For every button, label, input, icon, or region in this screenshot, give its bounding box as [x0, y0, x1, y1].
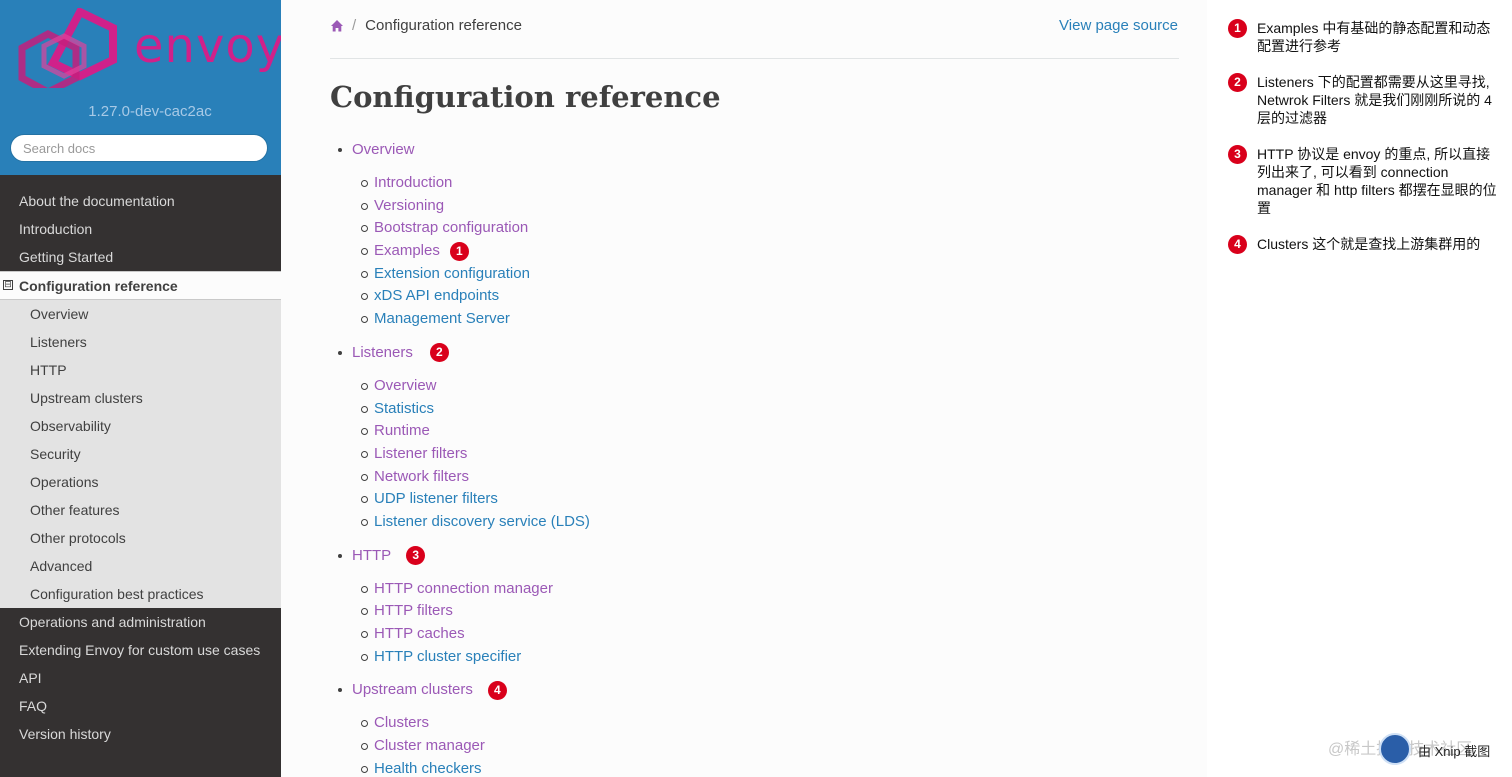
sidebar-item-about[interactable]: About the documentation [0, 187, 281, 215]
collapse-icon[interactable]: ⊟ [3, 280, 13, 290]
search-input[interactable] [10, 134, 268, 162]
annotation-badge: 4 [487, 680, 507, 700]
toc-head-http[interactable]: HTTP 3 [338, 544, 590, 568]
sidebar-subitem-operations[interactable]: Operations [0, 468, 281, 496]
sidebar-subitem-listeners[interactable]: Listeners [0, 328, 281, 356]
toc-section-upstream-clusters: Upstream clusters 4 Clusters Cluster mana… [338, 678, 590, 777]
toc-link-health-checkers[interactable]: Health checkers [361, 758, 590, 777]
toc-head-label: Overview [352, 141, 415, 158]
toc-sublist: Introduction Versioning Bootstrap config… [361, 172, 590, 331]
toc-link-versioning[interactable]: Versioning [361, 195, 590, 218]
sidebar: envoy 1.27.0-dev-cac2ac About the docume… [0, 0, 281, 777]
toc-link-http-connection-manager[interactable]: HTTP connection manager [361, 578, 590, 601]
annotation-text: Listeners 下的配置都需要从这里寻找, Netwrok Filters … [1257, 74, 1492, 126]
toc-link-http-filters[interactable]: HTTP filters [361, 600, 590, 623]
sidebar-item-extending-envoy[interactable]: Extending Envoy for custom use cases [0, 636, 281, 664]
annotation-badge: 1 [449, 241, 469, 261]
toc-head-label: Upstream clusters [352, 681, 473, 699]
annotation-badge: 4 [1228, 235, 1247, 254]
sidebar-subitem-best-practices[interactable]: Configuration best practices [0, 580, 281, 608]
breadcrumb-separator: / [352, 17, 357, 34]
toc-link-clusters[interactable]: Clusters [361, 712, 590, 735]
annotation-badge: 2 [429, 343, 449, 363]
sidebar-brand: envoy 1.27.0-dev-cac2ac [0, 0, 281, 175]
sidebar-item-version-history[interactable]: Version history [0, 720, 281, 748]
toc-link-listener-filters[interactable]: Listener filters [361, 443, 590, 466]
toc-link-http-caches[interactable]: HTTP caches [361, 623, 590, 646]
sidebar-item-api[interactable]: API [0, 664, 281, 692]
main-content: / Configuration reference View page sour… [281, 0, 1207, 777]
breadcrumb-current: Configuration reference [365, 17, 522, 34]
envoy-logo-icon [18, 8, 117, 88]
toc-link-lds[interactable]: Listener discovery service (LDS) [361, 511, 590, 534]
sidebar-subitem-observability[interactable]: Observability [0, 412, 281, 440]
toc-head-upstream-clusters[interactable]: Upstream clusters 4 [338, 678, 590, 702]
toc-head-label: HTTP [352, 546, 392, 564]
toc-section-http: HTTP 3 HTTP connection manager HTTP filte… [338, 544, 590, 669]
xnip-label: 由 Xnip 截图 [1418, 744, 1491, 759]
annotation-note: 4 Clusters 这个就是查找上游集群用的 [1228, 235, 1498, 254]
sidebar-item-label: Configuration reference [19, 278, 178, 294]
toc-link-xds-api-endpoints[interactable]: xDS API endpoints [361, 285, 590, 308]
toc-head-listeners[interactable]: Listeners 2 [338, 341, 590, 365]
toc-link-http-cluster-specifier[interactable]: HTTP cluster specifier [361, 646, 590, 669]
sidebar-item-introduction[interactable]: Introduction [0, 215, 281, 243]
logo-text: envoy [134, 18, 281, 74]
sidebar-subitem-other-features[interactable]: Other features [0, 496, 281, 524]
toc-link-listeners-overview[interactable]: Overview [361, 375, 590, 398]
toc-link-bootstrap[interactable]: Bootstrap configuration [361, 217, 590, 240]
sidebar-item-operations-administration[interactable]: Operations and administration [0, 608, 281, 636]
view-source-link[interactable]: View page source [1059, 17, 1178, 34]
sidebar-sub-list: Overview Listeners HTTP Upstream cluster… [0, 300, 281, 608]
sidebar-item-configuration-reference[interactable]: ⊟ Configuration reference [0, 271, 281, 300]
sidebar-subitem-upstream-clusters[interactable]: Upstream clusters [0, 384, 281, 412]
xnip-icon [1379, 733, 1411, 765]
envoy-logo[interactable]: envoy [18, 8, 281, 88]
toc-link-label: Examples [374, 242, 440, 260]
sidebar-subitem-advanced[interactable]: Advanced [0, 552, 281, 580]
annotation-note: 1 Examples 中有基础的静态配置和动态配置进行参考 [1228, 19, 1498, 55]
toc-link-runtime[interactable]: Runtime [361, 420, 590, 443]
toc-head-overview[interactable]: Overview [338, 138, 590, 162]
toc-sublist: Clusters Cluster manager Health checkers [361, 712, 590, 777]
sidebar-item-faq[interactable]: FAQ [0, 692, 281, 720]
toc-section-overview: Overview Introduction Versioning Bootstr… [338, 138, 590, 331]
sidebar-nav: About the documentation Introduction Get… [0, 187, 281, 748]
toc-link-statistics[interactable]: Statistics [361, 398, 590, 421]
annotation-badge: 2 [1228, 73, 1247, 92]
toc-link-network-filters[interactable]: Network filters [361, 466, 590, 489]
annotation-panel: 1 Examples 中有基础的静态配置和动态配置进行参考 2 Listener… [1207, 0, 1512, 777]
breadcrumb: / Configuration reference [330, 17, 522, 34]
toc: Overview Introduction Versioning Bootstr… [338, 138, 590, 777]
toc-sublist: HTTP connection manager HTTP filters HTT… [361, 578, 590, 669]
header-divider [330, 58, 1179, 59]
toc-link-introduction[interactable]: Introduction [361, 172, 590, 195]
toc-link-management-server[interactable]: Management Server [361, 308, 590, 331]
toc-head-label: Listeners [352, 343, 413, 361]
annotation-badge: 3 [1228, 145, 1247, 164]
toc-sublist: Overview Statistics Runtime Listener fil… [361, 375, 590, 534]
annotation-note: 3 HTTP 协议是 envoy 的重点, 所以直接列出来了, 可以看到 con… [1228, 145, 1498, 217]
toc-link-extension-configuration[interactable]: Extension configuration [361, 263, 590, 286]
annotation-badge: 3 [406, 546, 426, 566]
sidebar-subitem-security[interactable]: Security [0, 440, 281, 468]
annotation-text: Examples 中有基础的静态配置和动态配置进行参考 [1257, 20, 1491, 54]
toc-link-cluster-manager[interactable]: Cluster manager [361, 735, 590, 758]
toc-link-udp-listener-filters[interactable]: UDP listener filters [361, 488, 590, 511]
annotation-text: Clusters 这个就是查找上游集群用的 [1257, 236, 1481, 252]
home-icon[interactable] [330, 19, 344, 33]
sidebar-subitem-overview[interactable]: Overview [0, 300, 281, 328]
sidebar-subitem-other-protocols[interactable]: Other protocols [0, 524, 281, 552]
annotation-badge: 1 [1228, 19, 1247, 38]
toc-section-listeners: Listeners 2 Overview Statistics Runtime L… [338, 341, 590, 534]
annotation-note: 2 Listeners 下的配置都需要从这里寻找, Netwrok Filter… [1228, 73, 1498, 127]
sidebar-subitem-http[interactable]: HTTP [0, 356, 281, 384]
sidebar-item-getting-started[interactable]: Getting Started [0, 243, 281, 271]
version-label: 1.27.0-dev-cac2ac [88, 103, 212, 120]
toc-link-examples[interactable]: Examples 1 [361, 240, 590, 263]
page-title: Configuration reference [330, 80, 721, 114]
annotation-text: HTTP 协议是 envoy 的重点, 所以直接列出来了, 可以看到 conne… [1257, 146, 1497, 216]
